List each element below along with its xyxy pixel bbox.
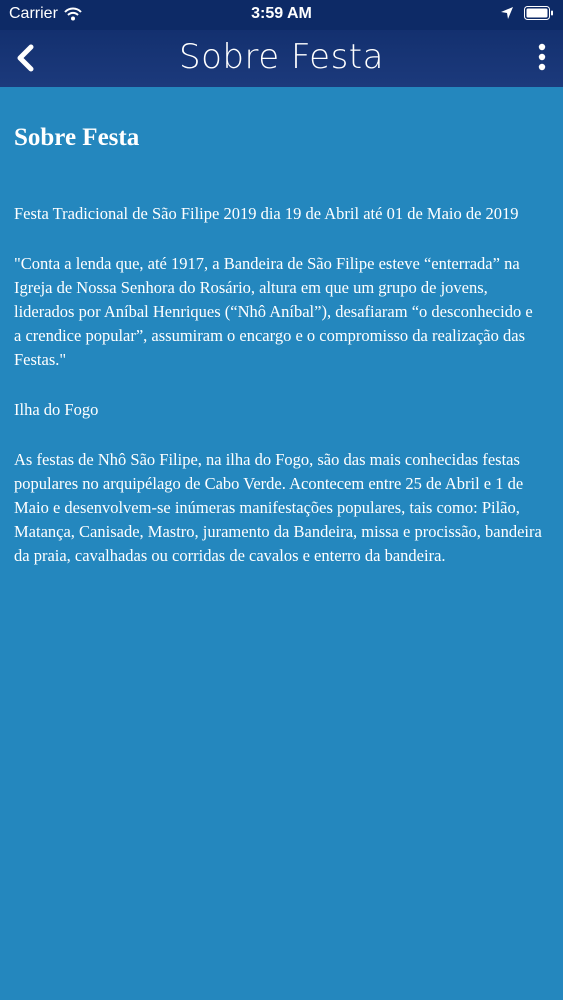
- paragraph-legend: "Conta a lenda que, até 1917, a Bandeira…: [14, 254, 533, 369]
- more-vertical-icon: [535, 43, 549, 76]
- paragraph-description: As festas de Nhô São Filipe, na ilha do …: [14, 450, 542, 565]
- status-bar: Carrier 3:59 AM: [0, 0, 563, 30]
- paragraph-dates: Festa Tradicional de São Filipe 2019 dia…: [14, 204, 519, 223]
- nav-title: Sobre Festa: [179, 37, 384, 77]
- nav-bar: Sobre Festa: [0, 30, 563, 87]
- more-options-button[interactable]: [535, 42, 549, 72]
- status-right: [500, 6, 554, 20]
- paragraph-island: Ilha do Fogo: [14, 400, 99, 419]
- location-arrow-icon: [500, 6, 514, 20]
- content-area: Sobre Festa Festa Tradicional de São Fil…: [14, 124, 544, 594]
- status-time: 3:59 AM: [251, 5, 312, 22]
- battery-icon: [524, 6, 554, 20]
- page-title: Sobre Festa: [14, 124, 140, 151]
